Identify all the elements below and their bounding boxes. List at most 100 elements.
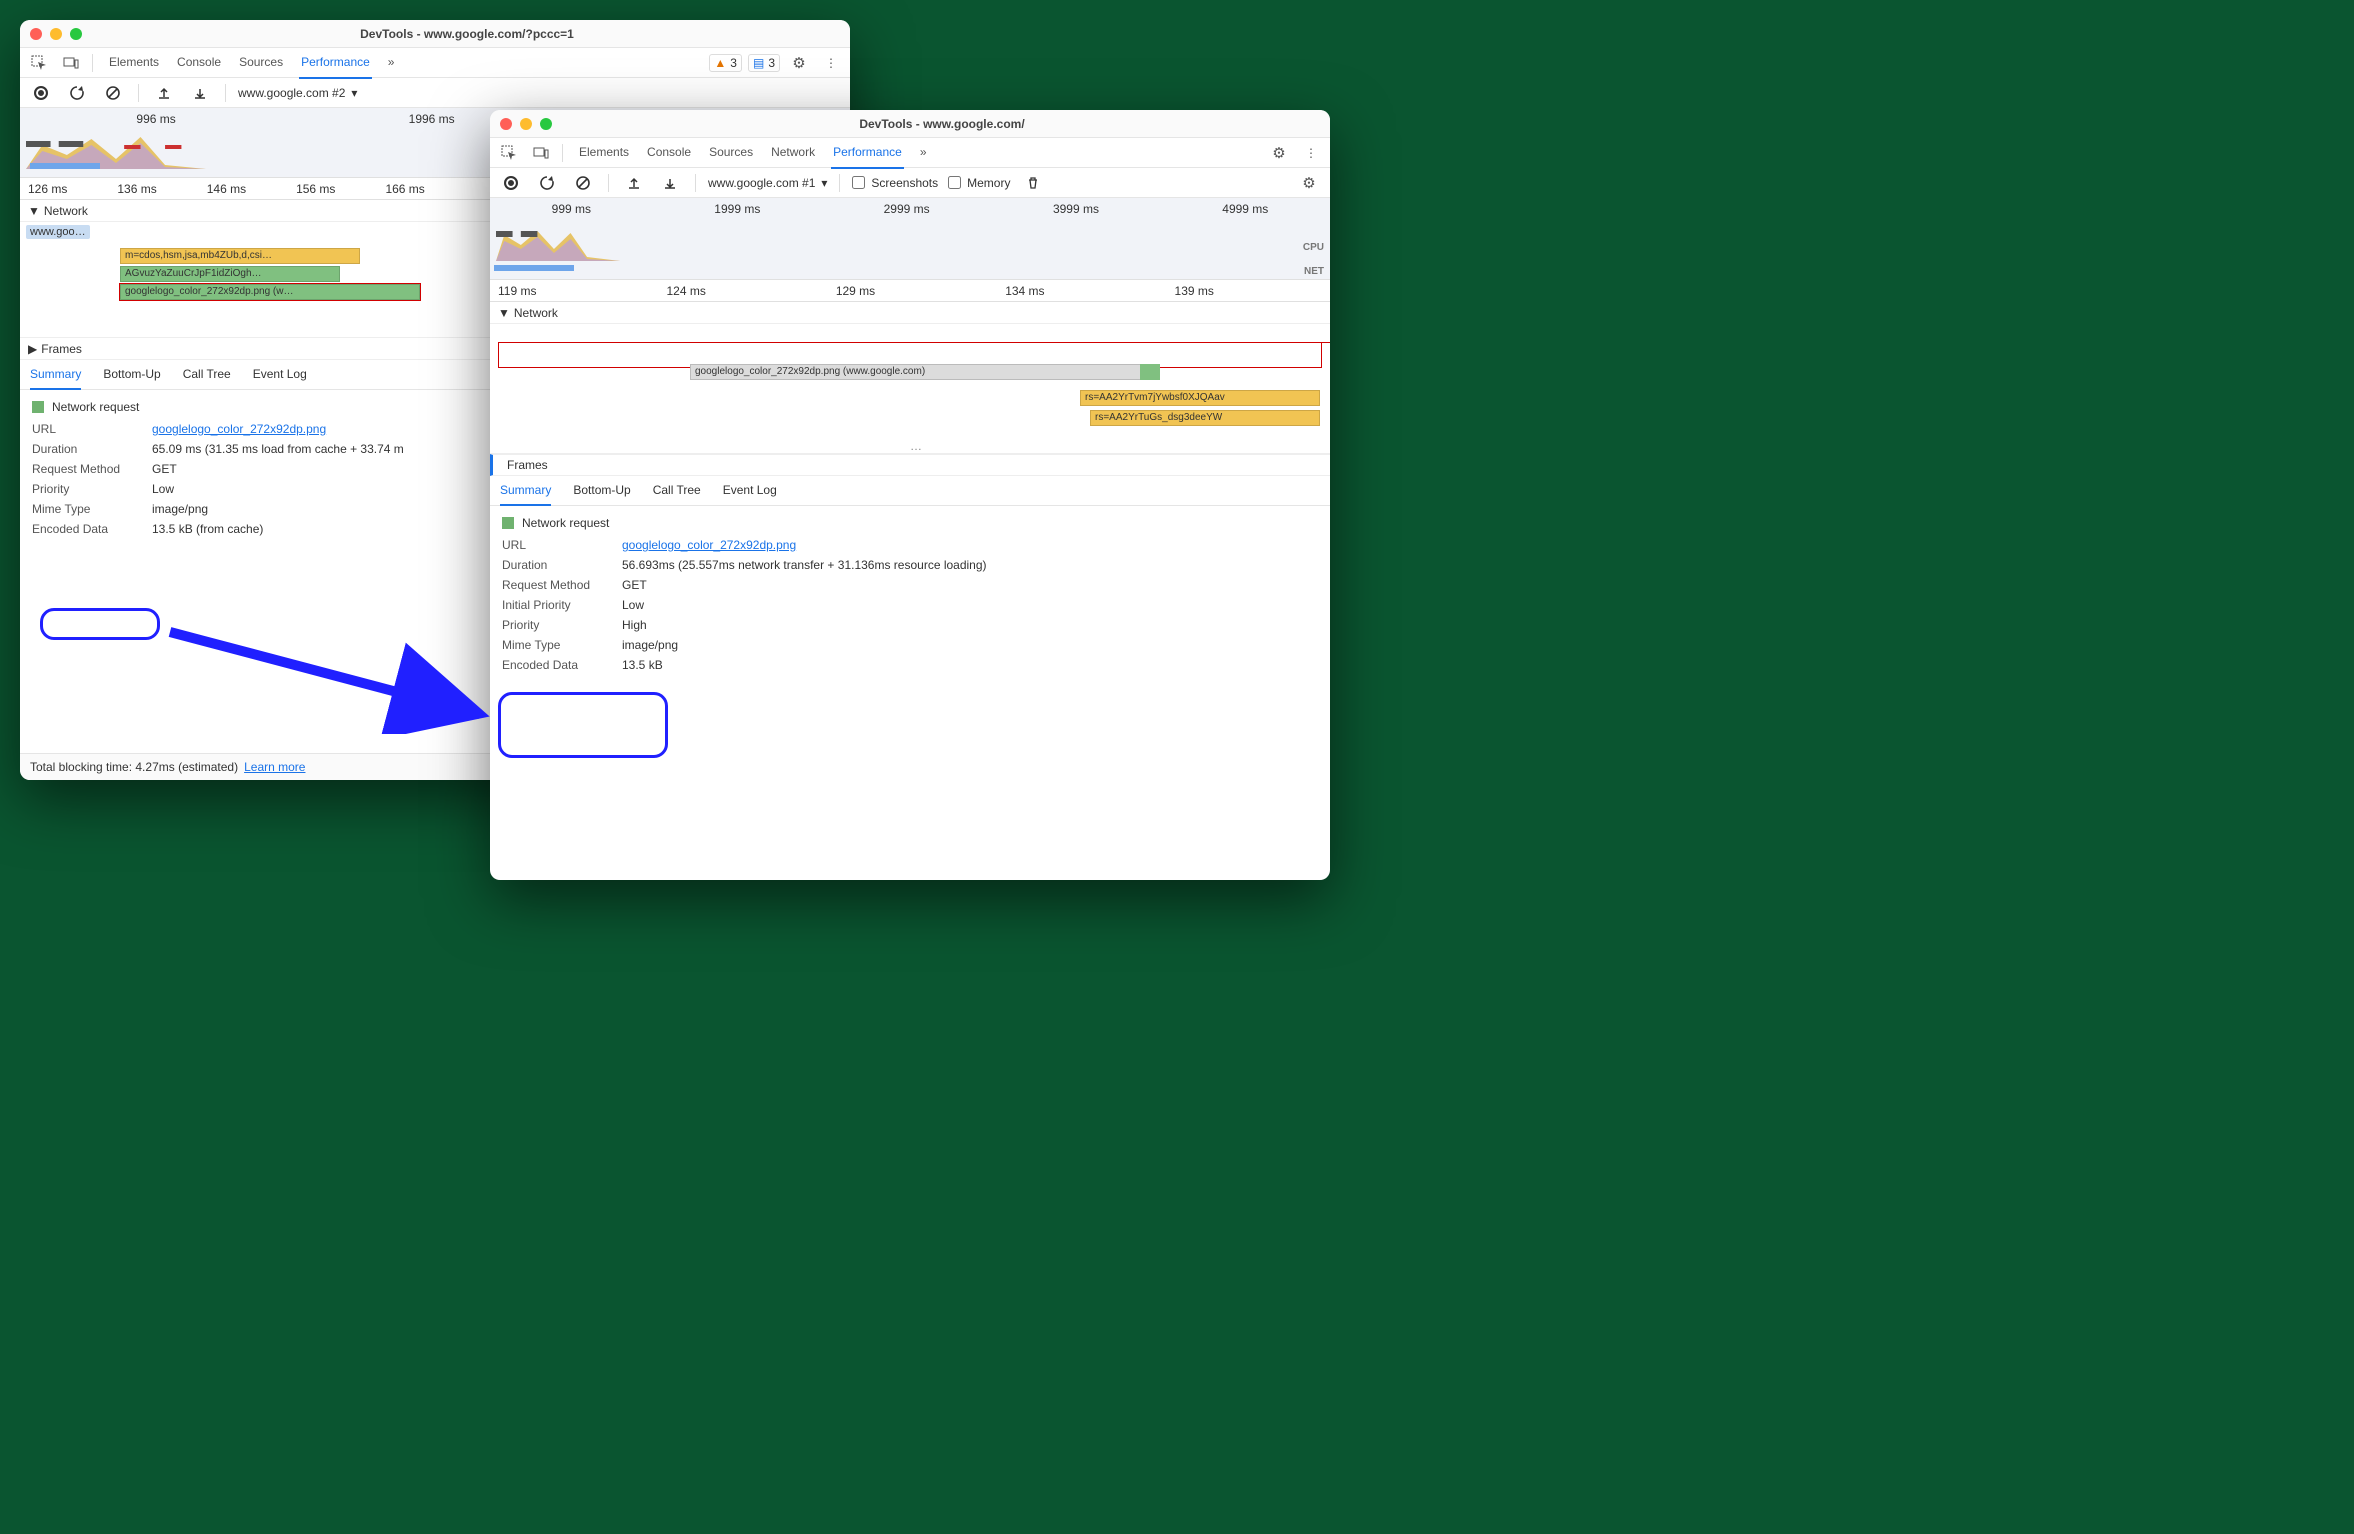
ruler-tick: 146 ms bbox=[207, 182, 246, 196]
download-icon[interactable] bbox=[187, 81, 213, 105]
performance-toolbar: www.google.com #1▾ Screenshots Memory ⚙ bbox=[490, 168, 1330, 198]
overview-tick: 2999 ms bbox=[884, 202, 930, 216]
learn-more-link[interactable]: Learn more bbox=[244, 760, 305, 774]
network-tracks[interactable]: googlelogo_color_272x92dp.png (www.googl… bbox=[490, 324, 1330, 454]
timeline-ruler[interactable]: 119 ms 124 ms 129 ms 134 ms 139 ms bbox=[490, 280, 1330, 302]
label-mime: Mime Type bbox=[502, 638, 612, 652]
tab-network[interactable]: Network bbox=[769, 137, 817, 169]
subtab-call-tree[interactable]: Call Tree bbox=[183, 360, 231, 390]
device-toggle-icon[interactable] bbox=[528, 141, 554, 165]
network-request-bar-selected[interactable]: googlelogo_color_272x92dp.png (w… bbox=[120, 284, 420, 300]
overview-tick: 3999 ms bbox=[1053, 202, 1099, 216]
tab-console[interactable]: Console bbox=[175, 47, 223, 79]
network-request-bar[interactable]: m=cdos,hsm,jsa,mb4ZUb,d,csi… bbox=[120, 248, 360, 264]
subtab-summary[interactable]: Summary bbox=[30, 360, 81, 390]
screenshots-checkbox[interactable]: Screenshots bbox=[852, 176, 938, 190]
network-request-bar[interactable]: rs=AA2YrTvm7jYwbsf0XJQAav bbox=[1080, 390, 1320, 406]
inspect-element-icon[interactable] bbox=[26, 51, 52, 75]
subtab-bottom-up[interactable]: Bottom-Up bbox=[573, 476, 630, 506]
chevron-down-icon: ▾ bbox=[351, 86, 357, 100]
chevron-down-icon: ▼ bbox=[498, 306, 510, 320]
close-icon[interactable] bbox=[500, 118, 512, 130]
device-toggle-icon[interactable] bbox=[58, 51, 84, 75]
frames-section-header[interactable]: Frames bbox=[490, 454, 1330, 476]
tab-more[interactable]: » bbox=[918, 137, 929, 169]
ruler-tick: 124 ms bbox=[666, 284, 705, 298]
tab-console[interactable]: Console bbox=[645, 137, 693, 169]
value-method: GET bbox=[622, 578, 647, 592]
ruler-tick: 126 ms bbox=[28, 182, 67, 196]
overview-tick: 4999 ms bbox=[1222, 202, 1268, 216]
network-request-bar[interactable]: AGvuzYaZuuCrJpF1idZiOgh… bbox=[120, 266, 340, 282]
network-request-bar[interactable]: rs=AA2YrTuGs_dsg3deeYW bbox=[1090, 410, 1320, 426]
upload-icon[interactable] bbox=[151, 81, 177, 105]
info-icon: ▤ bbox=[753, 56, 764, 70]
reload-icon[interactable] bbox=[534, 171, 560, 195]
tab-sources[interactable]: Sources bbox=[707, 137, 755, 169]
network-request-bar-selected[interactable]: googlelogo_color_272x92dp.png (www.googl… bbox=[690, 364, 1160, 380]
maximize-icon[interactable] bbox=[70, 28, 82, 40]
close-icon[interactable] bbox=[30, 28, 42, 40]
tab-performance[interactable]: Performance bbox=[299, 47, 372, 79]
tab-elements[interactable]: Elements bbox=[107, 47, 161, 79]
recording-target-select[interactable]: www.google.com #1▾ bbox=[708, 176, 827, 190]
overview-tick: 996 ms bbox=[136, 112, 175, 126]
request-url-link[interactable]: googlelogo_color_272x92dp.png bbox=[622, 538, 796, 552]
label-duration: Duration bbox=[502, 558, 612, 572]
kebab-menu-icon[interactable]: ⋮ bbox=[818, 51, 844, 75]
maximize-icon[interactable] bbox=[540, 118, 552, 130]
request-swatch-icon bbox=[502, 517, 514, 529]
tab-sources[interactable]: Sources bbox=[237, 47, 285, 79]
download-icon[interactable] bbox=[657, 171, 683, 195]
network-selection[interactable]: www.goo… bbox=[26, 225, 90, 239]
inspect-element-icon[interactable] bbox=[496, 141, 522, 165]
value-priority: Low bbox=[152, 482, 174, 496]
warnings-badge[interactable]: ▲3 bbox=[709, 54, 742, 72]
trash-icon[interactable] bbox=[1020, 171, 1046, 195]
label-url: URL bbox=[502, 538, 612, 552]
label-encoded: Encoded Data bbox=[502, 658, 612, 672]
window-title: DevTools - www.google.com/?pccc=1 bbox=[94, 27, 840, 41]
devtools-toolbar: Elements Console Sources Network Perform… bbox=[490, 138, 1330, 168]
subtab-call-tree[interactable]: Call Tree bbox=[653, 476, 701, 506]
request-swatch-icon bbox=[32, 401, 44, 413]
subtab-bottom-up[interactable]: Bottom-Up bbox=[103, 360, 160, 390]
value-duration: 65.09 ms (31.35 ms load from cache + 33.… bbox=[152, 442, 404, 456]
settings-icon[interactable]: ⚙ bbox=[1266, 141, 1292, 165]
value-mime: image/png bbox=[622, 638, 678, 652]
tab-more[interactable]: » bbox=[386, 47, 397, 79]
value-initial-priority: Low bbox=[622, 598, 644, 612]
subtab-event-log[interactable]: Event Log bbox=[253, 360, 307, 390]
minimize-icon[interactable] bbox=[50, 28, 62, 40]
value-mime: image/png bbox=[152, 502, 208, 516]
ruler-tick: 119 ms bbox=[498, 284, 536, 298]
tab-performance[interactable]: Performance bbox=[831, 137, 904, 169]
kebab-menu-icon[interactable]: ⋮ bbox=[1298, 141, 1324, 165]
subtab-summary[interactable]: Summary bbox=[500, 476, 551, 506]
tab-elements[interactable]: Elements bbox=[577, 137, 631, 169]
info-badge[interactable]: ▤3 bbox=[748, 54, 780, 72]
overview-tick: 999 ms bbox=[552, 202, 591, 216]
capture-settings-icon[interactable]: ⚙ bbox=[1296, 171, 1322, 195]
request-load-segment bbox=[1140, 364, 1160, 380]
clear-icon[interactable] bbox=[570, 171, 596, 195]
minimize-icon[interactable] bbox=[520, 118, 532, 130]
label-url: URL bbox=[32, 422, 142, 436]
value-method: GET bbox=[152, 462, 177, 476]
titlebar: DevTools - www.google.com/?pccc=1 bbox=[20, 20, 850, 48]
chevron-right-icon: ▶ bbox=[28, 342, 37, 356]
titlebar: DevTools - www.google.com/ bbox=[490, 110, 1330, 138]
network-section-header[interactable]: ▼Network bbox=[490, 302, 1330, 324]
subtab-event-log[interactable]: Event Log bbox=[723, 476, 777, 506]
record-icon[interactable] bbox=[28, 81, 54, 105]
request-url-link[interactable]: googlelogo_color_272x92dp.png bbox=[152, 422, 326, 436]
record-icon[interactable] bbox=[498, 171, 524, 195]
memory-checkbox[interactable]: Memory bbox=[948, 176, 1010, 190]
recording-target-select[interactable]: www.google.com #2▾ bbox=[238, 86, 357, 100]
timeline-overview[interactable]: 999 ms 1999 ms 2999 ms 3999 ms 4999 ms C… bbox=[490, 198, 1330, 280]
reload-icon[interactable] bbox=[64, 81, 90, 105]
upload-icon[interactable] bbox=[621, 171, 647, 195]
performance-toolbar: www.google.com #2▾ bbox=[20, 78, 850, 108]
settings-icon[interactable]: ⚙ bbox=[786, 51, 812, 75]
clear-icon[interactable] bbox=[100, 81, 126, 105]
